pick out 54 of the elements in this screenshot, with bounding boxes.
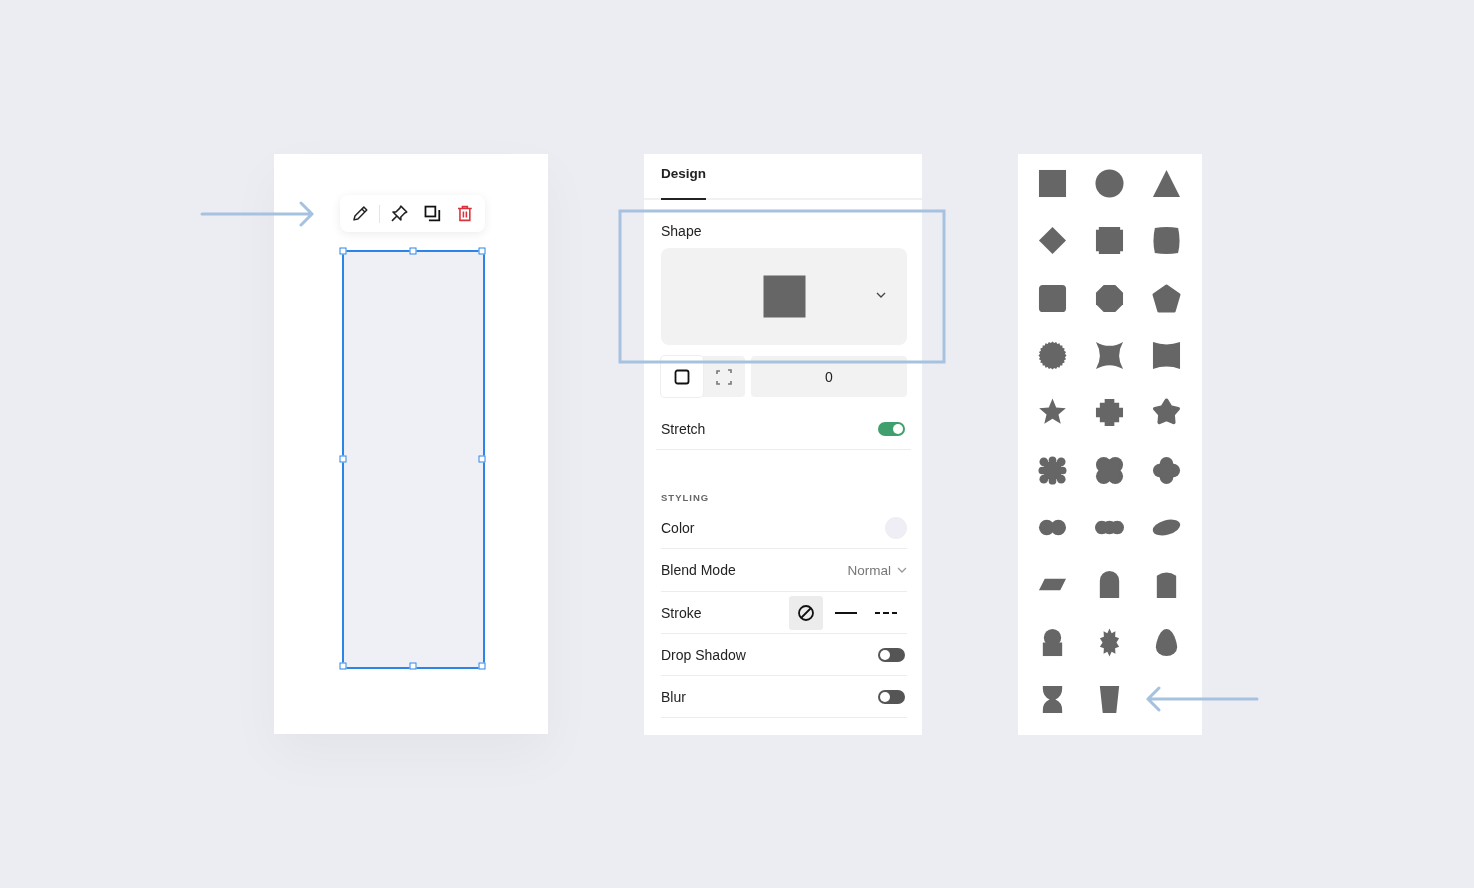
triangle-shape-icon[interactable] <box>1152 169 1181 199</box>
blend-mode-label: Blend Mode <box>661 562 736 578</box>
pentagon-shape-icon[interactable] <box>1152 283 1181 313</box>
scalloped-square-shape-icon[interactable] <box>1038 455 1067 485</box>
corner-radius-field[interactable]: 0 <box>751 356 907 397</box>
resize-handle[interactable] <box>478 455 486 462</box>
shape-dropdown[interactable] <box>661 248 907 345</box>
resize-handle[interactable] <box>339 247 347 255</box>
resize-handle[interactable] <box>409 662 416 670</box>
stepped-cross-shape-icon[interactable] <box>1095 398 1124 428</box>
stretch-label: Stretch <box>661 420 706 437</box>
resize-handle[interactable] <box>409 247 416 255</box>
corner-brackets-icon <box>716 368 732 385</box>
selected-rectangle[interactable] <box>342 250 485 669</box>
clover-shape-icon[interactable] <box>1152 455 1181 485</box>
four-point-star-shape-icon[interactable] <box>1095 341 1124 371</box>
trash-icon[interactable] <box>457 205 473 222</box>
circle-shape-icon[interactable] <box>1095 169 1124 199</box>
diamond-shape-icon[interactable] <box>1038 226 1067 256</box>
shape-label: Shape <box>661 223 703 239</box>
octagon-shape-icon[interactable] <box>1095 283 1124 313</box>
chevron-down-icon <box>876 292 886 298</box>
square-shape-icon[interactable] <box>1038 169 1067 199</box>
resize-handle[interactable] <box>339 455 347 462</box>
pin-icon[interactable] <box>389 204 409 223</box>
pillow-shape-icon[interactable] <box>1152 226 1181 256</box>
concave-rectangle-shape-icon[interactable] <box>1152 341 1181 371</box>
stroke-label: Stroke <box>661 604 702 621</box>
dashed-line-icon <box>875 610 897 615</box>
seal-shape-icon[interactable] <box>1038 341 1067 371</box>
no-stroke-icon <box>797 603 815 622</box>
square-corner-icon <box>674 368 690 385</box>
section-heading: STYLING <box>661 492 711 504</box>
quatrefoil-shape-icon[interactable] <box>1095 455 1124 485</box>
solid-line-icon <box>835 610 857 615</box>
toggle-switch[interactable] <box>878 647 905 662</box>
blend-mode-dropdown[interactable]: Normal <box>847 562 907 578</box>
resize-handle[interactable] <box>478 247 486 255</box>
color-label: Color <box>661 520 695 536</box>
resize-handle[interactable] <box>339 662 347 670</box>
shape-preview-icon <box>761 274 807 319</box>
corner-mode-button[interactable] <box>661 356 703 397</box>
blur-label: Blur <box>661 688 686 705</box>
design-tab[interactable]: Design <box>661 154 706 200</box>
toggle-switch[interactable] <box>878 421 905 436</box>
drop-shadow-label: Drop Shadow <box>661 646 746 663</box>
stroke-style-button[interactable] <box>789 595 823 630</box>
duplicate-icon[interactable] <box>424 205 442 222</box>
toggle-switch[interactable] <box>878 689 905 704</box>
rounded-square-shape-icon[interactable] <box>1038 283 1067 313</box>
resize-handle[interactable] <box>478 662 486 670</box>
chevron-down-icon <box>897 567 907 573</box>
notched-square-shape-icon[interactable] <box>1095 226 1124 256</box>
pencil-icon[interactable] <box>352 205 369 222</box>
